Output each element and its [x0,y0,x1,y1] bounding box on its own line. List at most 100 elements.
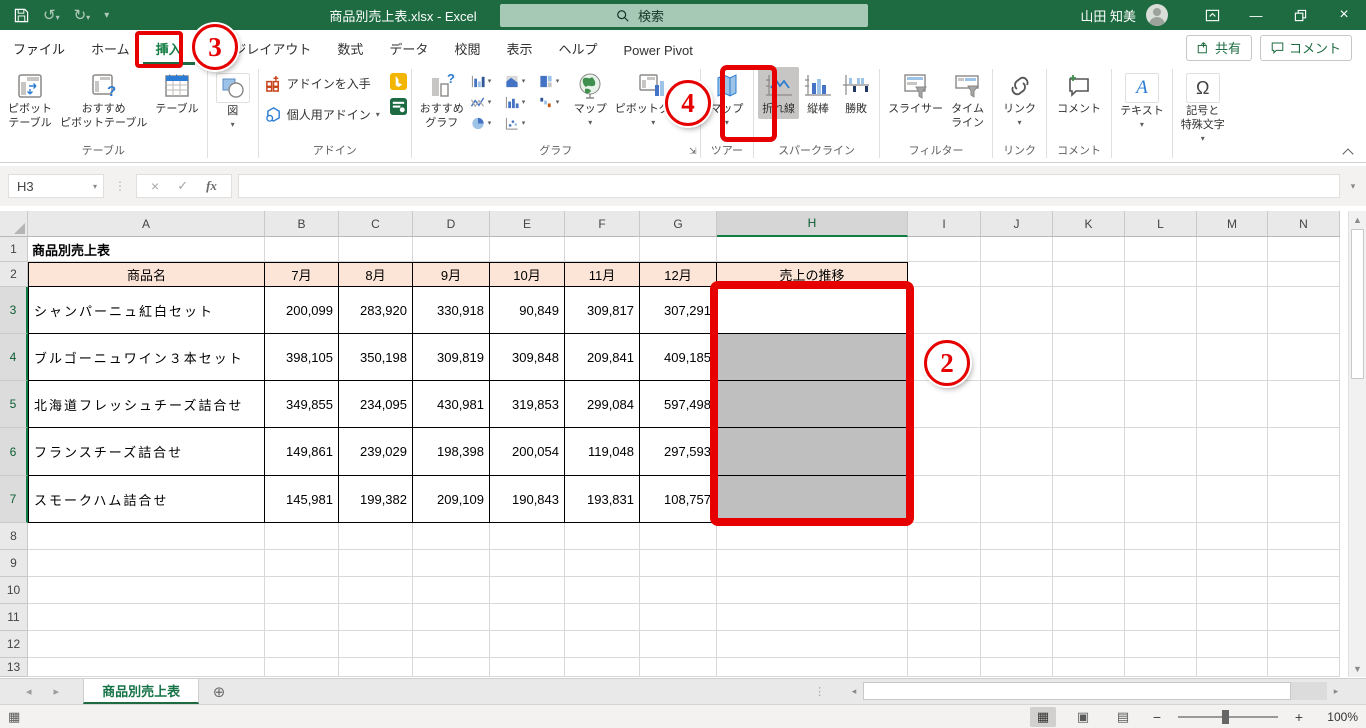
cell-I11[interactable] [908,604,981,631]
user-name[interactable]: 山田 知美 [1080,6,1136,25]
cell-D7[interactable]: 209,109 [413,476,490,523]
tab-home[interactable]: ホーム [78,31,143,65]
cell-F1[interactable] [565,237,640,262]
area-chart-button[interactable]: ▾ [502,71,536,92]
row-header-5[interactable]: 5 [0,381,28,428]
cell-I2[interactable] [908,262,981,287]
sheet-nav-right-icon[interactable]: ▸ [54,685,60,698]
cell-I5[interactable] [908,381,981,428]
tab-data[interactable]: データ [376,31,441,65]
column-header-N[interactable]: N [1268,211,1340,237]
cell-D8[interactable] [413,523,490,550]
cell-I3[interactable] [908,287,981,334]
scroll-left-icon[interactable]: ◂ [845,681,863,701]
cell-A12[interactable] [28,631,265,658]
text-button[interactable]: A テキスト ▾ [1116,67,1168,131]
cell-A13[interactable] [28,658,265,677]
cell-C11[interactable] [339,604,413,631]
cell-I4[interactable] [908,334,981,381]
cell-I1[interactable] [908,237,981,262]
cell-H6[interactable] [717,428,908,476]
zoom-out-button[interactable]: − [1150,709,1164,725]
cell-F12[interactable] [565,631,640,658]
pie-chart-button[interactable]: ▾ [468,113,502,134]
cell-J6[interactable] [981,428,1053,476]
restore-button[interactable] [1278,0,1322,30]
row-header-4[interactable]: 4 [0,334,28,381]
column-header-A[interactable]: A [28,211,265,237]
page-break-view-button[interactable]: ▤ [1110,707,1136,727]
row-header-11[interactable]: 11 [0,604,28,631]
cell-L6[interactable] [1125,428,1197,476]
cell-M9[interactable] [1197,550,1268,577]
3d-map-button[interactable]: マップ ▾ [706,67,747,129]
cell-H12[interactable] [717,631,908,658]
cell-F9[interactable] [565,550,640,577]
cell-C9[interactable] [339,550,413,577]
column-header-M[interactable]: M [1197,211,1268,237]
cell-K1[interactable] [1053,237,1125,262]
cell-L9[interactable] [1125,550,1197,577]
column-header-H[interactable]: H [717,211,908,237]
cell-H3[interactable] [717,287,908,334]
cell-K6[interactable] [1053,428,1125,476]
cell-D2[interactable]: 9月 [413,262,490,287]
cell-K10[interactable] [1053,577,1125,604]
cell-A3[interactable]: シャンパーニュ紅白セット [28,287,265,334]
cell-M12[interactable] [1197,631,1268,658]
cell-D4[interactable]: 309,819 [413,334,490,381]
cell-C3[interactable]: 283,920 [339,287,413,334]
search-input[interactable]: 検索 [500,4,868,27]
cell-F13[interactable] [565,658,640,677]
cell-E11[interactable] [490,604,565,631]
charts-dialog-launcher-icon[interactable]: ⇲ [689,146,697,157]
tab-file[interactable]: ファイル [0,31,78,65]
save-icon[interactable] [14,8,29,23]
table-button[interactable]: テーブル [151,67,202,119]
cell-I9[interactable] [908,550,981,577]
cell-F8[interactable] [565,523,640,550]
cell-J10[interactable] [981,577,1053,604]
cell-I13[interactable] [908,658,981,677]
cell-N4[interactable] [1268,334,1340,381]
cell-E5[interactable]: 319,853 [490,381,565,428]
scroll-up-icon[interactable]: ▲ [1349,211,1366,228]
cell-L7[interactable] [1125,476,1197,523]
cell-B12[interactable] [265,631,339,658]
cell-M2[interactable] [1197,262,1268,287]
vertical-scrollbar[interactable]: ▲ ▼ [1348,211,1366,677]
cell-F6[interactable]: 119,048 [565,428,640,476]
line-scatter-chart-button[interactable]: ▾ [468,92,502,113]
cell-J11[interactable] [981,604,1053,631]
cell-M1[interactable] [1197,237,1268,262]
collapse-ribbon-icon[interactable] [1342,148,1356,158]
cell-M4[interactable] [1197,334,1268,381]
cell-D1[interactable] [413,237,490,262]
link-button[interactable]: リンク ▾ [999,67,1040,129]
column-header-G[interactable]: G [640,211,717,237]
cell-A2[interactable]: 商品名 [28,262,265,287]
cell-K8[interactable] [1053,523,1125,550]
cell-K7[interactable] [1053,476,1125,523]
cell-H9[interactable] [717,550,908,577]
cell-H4[interactable] [717,334,908,381]
tab-page-layout[interactable]: ページレイアウト [195,31,325,65]
cell-G3[interactable]: 307,291 [640,287,717,334]
tab-help[interactable]: ヘルプ [545,31,610,65]
cell-G8[interactable] [640,523,717,550]
share-button[interactable]: 共有 [1185,35,1252,61]
name-box[interactable]: H3 ▾ [8,174,104,198]
cell-C2[interactable]: 8月 [339,262,413,287]
row-header-13[interactable]: 13 [0,658,28,677]
close-button[interactable]: × [1322,0,1366,30]
cell-H11[interactable] [717,604,908,631]
cell-F2[interactable]: 11月 [565,262,640,287]
cell-I6[interactable] [908,428,981,476]
cell-H1[interactable] [717,237,908,262]
cell-J9[interactable] [981,550,1053,577]
row-header-8[interactable]: 8 [0,523,28,550]
row-header-1[interactable]: 1 [0,237,28,262]
cell-N5[interactable] [1268,381,1340,428]
column-header-K[interactable]: K [1053,211,1125,237]
cell-D6[interactable]: 198,398 [413,428,490,476]
